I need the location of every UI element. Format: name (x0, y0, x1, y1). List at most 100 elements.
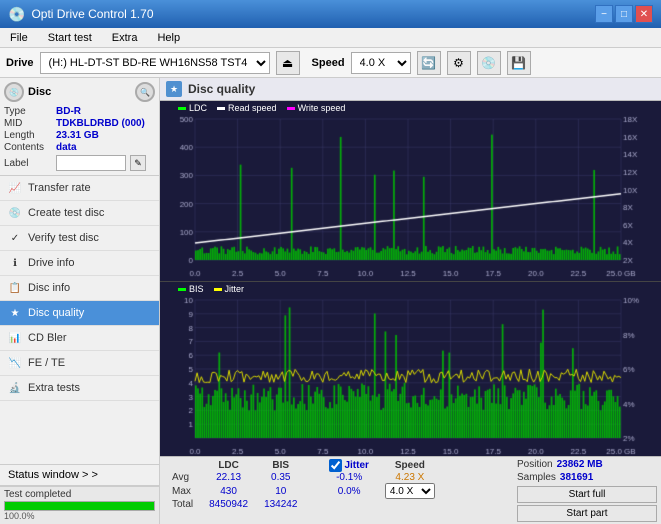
sidebar-item-disc-info[interactable]: 📋 Disc info (0, 276, 159, 301)
contents-value: data (56, 142, 77, 153)
sidebar-item-transfer-rate[interactable]: 📈 Transfer rate (0, 176, 159, 201)
stats-table-container: LDC BIS Jitter Speed Avg 22. (164, 459, 513, 522)
stat-bis-header: BIS (256, 459, 305, 472)
stat-spacer-header (305, 459, 321, 472)
max-spacer (305, 483, 321, 499)
speed-select[interactable]: 1.0 X 2.0 X 4.0 X 6.0 X 8.0 X (351, 52, 411, 74)
total-row-label: Total (164, 499, 201, 510)
drive-info-label: Drive info (28, 257, 74, 269)
start-full-button[interactable]: Start full (517, 486, 657, 503)
sidebar-item-drive-info[interactable]: ℹ Drive info (0, 251, 159, 276)
disc-info-nav-icon: 📋 (8, 281, 22, 295)
ldc-legend-dot (178, 107, 186, 110)
disc-info-icon[interactable]: 🔍 (135, 82, 155, 102)
max-bis-value: 10 (256, 483, 305, 499)
status-bar: Test completed 100.0% (0, 486, 159, 524)
maximize-button[interactable]: □ (615, 5, 633, 23)
avg-bis-value: 0.35 (256, 472, 305, 483)
save-button[interactable]: 💾 (507, 51, 531, 75)
action-buttons: Start full Start part (517, 486, 657, 522)
label-input[interactable] (56, 155, 126, 171)
ldc-legend: LDC (178, 103, 207, 113)
avg-row-label: Avg (164, 472, 201, 483)
disc-icon: 💿 (4, 82, 24, 102)
window-controls: − □ ✕ (595, 5, 653, 23)
right-stats: Position 23862 MB Samples 381691 Start f… (517, 459, 657, 522)
content-icon: ★ (166, 81, 182, 97)
sidebar-item-disc-quality[interactable]: ★ Disc quality (0, 301, 159, 326)
max-speed-selector[interactable]: 4.0 X (377, 483, 443, 499)
length-value: 23.31 GB (56, 130, 99, 141)
ldc-chart (160, 101, 661, 278)
menu-file[interactable]: File (4, 30, 34, 46)
jitter-checkbox[interactable] (329, 459, 342, 472)
sidebar-item-fe-te[interactable]: 📉 FE / TE (0, 351, 159, 376)
bis-chart (160, 282, 661, 456)
disc-info-label: Disc info (28, 282, 70, 294)
jitter-legend-dot (214, 288, 222, 291)
total-speed-spacer (377, 499, 443, 510)
transfer-rate-label: Transfer rate (28, 182, 91, 194)
jitter-label: Jitter (344, 460, 368, 471)
type-key: Type (4, 106, 52, 117)
menu-start-test[interactable]: Start test (42, 30, 98, 46)
label-key: Label (4, 158, 52, 169)
refresh-button[interactable]: 🔄 (417, 51, 441, 75)
label-edit-button[interactable]: ✎ (130, 155, 146, 171)
cd-bler-label: CD Bler (28, 332, 67, 344)
drive-select[interactable]: (H:) HL-DT-ST BD-RE WH16NS58 TST4 (40, 52, 270, 74)
settings-button[interactable]: ⚙ (447, 51, 471, 75)
content-area: ★ Disc quality LDC Read speed (160, 78, 661, 524)
progress-bar-fill (5, 502, 154, 510)
samples-label: Samples (517, 472, 556, 483)
eject-button[interactable]: ⏏ (276, 51, 300, 75)
sidebar-item-verify-test-disc[interactable]: ✓ Verify test disc (0, 226, 159, 251)
speed-select-stats[interactable]: 4.0 X (385, 483, 435, 499)
speed-label: Speed (312, 57, 345, 69)
drive-label: Drive (6, 57, 34, 69)
charts-container: LDC Read speed Write speed (160, 101, 661, 456)
samples-value: 381691 (560, 472, 593, 483)
bis-legend-label: BIS (189, 284, 204, 294)
write-speed-legend: Write speed (287, 103, 346, 113)
stat-empty-header (164, 459, 201, 472)
sidebar-bottom: Status window > > Test completed 100.0% (0, 464, 159, 524)
content-header: ★ Disc quality (160, 78, 661, 101)
jitter-legend: Jitter (214, 284, 245, 294)
ldc-chart-container: LDC Read speed Write speed (160, 101, 661, 282)
read-speed-legend-label: Read speed (228, 103, 277, 113)
avg-ldc-value: 22.13 (201, 472, 256, 483)
bis-chart-container: BIS Jitter (160, 282, 661, 456)
create-test-disc-icon: 💿 (8, 206, 22, 220)
main-area: 💿 Disc 🔍 Type BD-R MID TDKBLDRBD (000) L… (0, 78, 661, 524)
fe-te-icon: 📉 (8, 356, 22, 370)
stat-speed-label-header: Speed (377, 459, 443, 472)
sidebar: 💿 Disc 🔍 Type BD-R MID TDKBLDRBD (000) L… (0, 78, 160, 524)
minimize-button[interactable]: − (595, 5, 613, 23)
sidebar-item-extra-tests[interactable]: 🔬 Extra tests (0, 376, 159, 401)
close-button[interactable]: ✕ (635, 5, 653, 23)
max-ldc-value: 430 (201, 483, 256, 499)
progress-bar (4, 501, 155, 511)
ldc-legend-label: LDC (189, 103, 207, 113)
position-value: 23862 MB (557, 459, 603, 470)
extra-tests-label: Extra tests (28, 382, 80, 394)
menubar: File Start test Extra Help (0, 28, 661, 48)
total-bis-value: 134242 (256, 499, 305, 510)
total-spacer (305, 499, 321, 510)
total-ldc-value: 8450942 (201, 499, 256, 510)
start-part-button[interactable]: Start part (517, 505, 657, 522)
menu-help[interactable]: Help (151, 30, 186, 46)
menu-extra[interactable]: Extra (106, 30, 144, 46)
sidebar-item-cd-bler[interactable]: 📊 CD Bler (0, 326, 159, 351)
total-jitter-spacer (321, 499, 376, 510)
samples-row: Samples 381691 (517, 472, 657, 483)
transfer-rate-icon: 📈 (8, 181, 22, 195)
disc-quality-label: Disc quality (28, 307, 84, 319)
disc-button[interactable]: 💿 (477, 51, 501, 75)
sidebar-item-create-test-disc[interactable]: 💿 Create test disc (0, 201, 159, 226)
status-window-button[interactable]: Status window > > (0, 465, 159, 486)
extra-tests-icon: 🔬 (8, 381, 22, 395)
bottom-stats: LDC BIS Jitter Speed Avg 22. (160, 456, 661, 524)
disc-section-title: Disc (28, 86, 51, 98)
